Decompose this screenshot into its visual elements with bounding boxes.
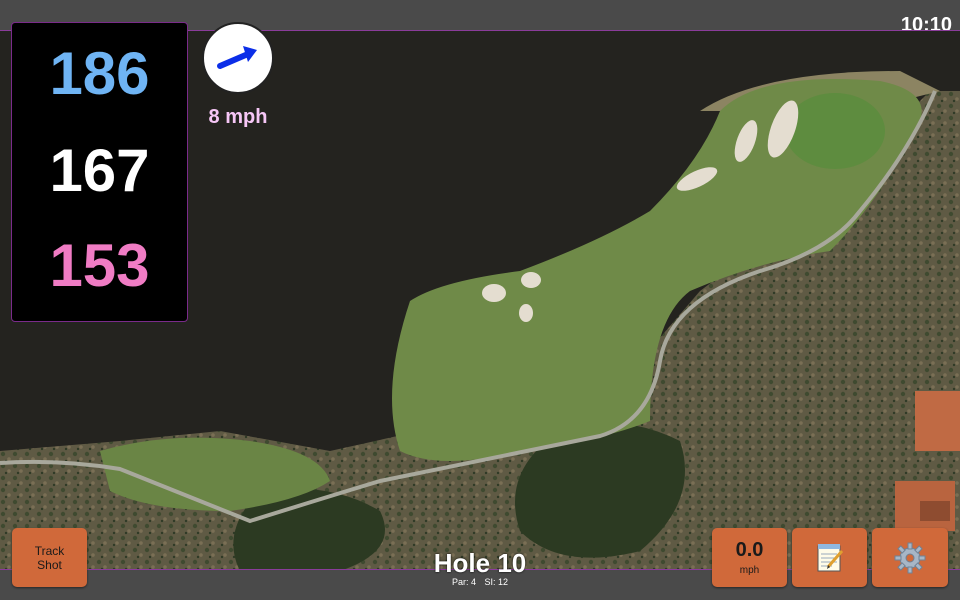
wind-direction-arrow-icon [217,46,257,69]
yardage-panel: 186 167 153 [11,22,188,322]
settings-button[interactable] [872,528,948,587]
hole-stroke-index: SI: 12 [484,577,509,587]
wind-speed-label: 8 mph [208,106,268,128]
notepad-icon [817,543,843,571]
speed-unit: mph [739,565,760,576]
track-shot-label: Track Shot [34,543,65,572]
speed-value: 0.0 [735,539,764,561]
speed-button[interactable]: 0.0 mph [712,528,787,587]
hole-title: Hole 10 [433,548,527,578]
notes-button[interactable] [792,528,867,587]
gear-icon [894,542,926,573]
track-shot-button[interactable]: Track Shot [12,528,87,587]
hole-par: Par: 4 [451,577,476,587]
front-yardage: 153 [49,232,150,299]
middle-yardage: 167 [49,137,150,204]
back-yardage: 186 [49,40,150,107]
wind-indicator[interactable] [202,22,274,94]
hole-info: Par: 4 SI: 12 [380,577,580,587]
